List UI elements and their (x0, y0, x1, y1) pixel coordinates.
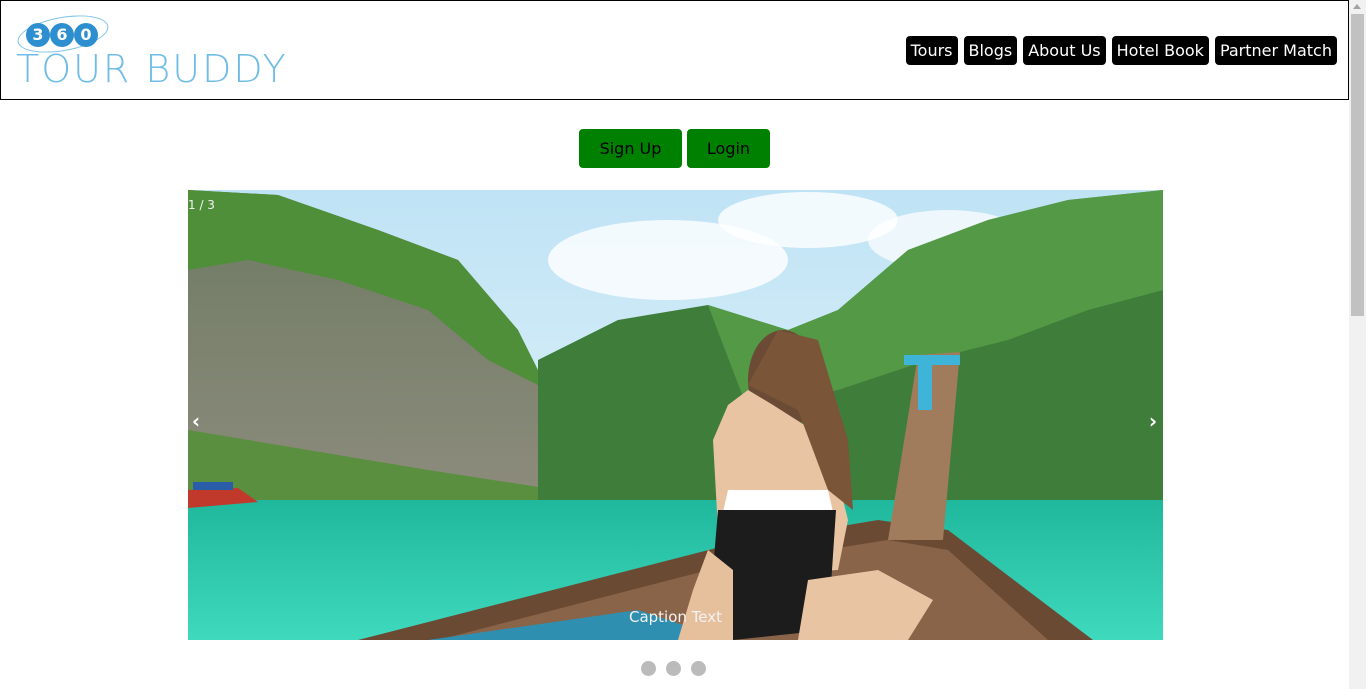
slide-dot-3[interactable] (691, 661, 706, 676)
page: 3 6 0 TOUR BUDDY Tours Blogs About Us Ho… (0, 0, 1366, 689)
scroll-thumb[interactable] (1351, 14, 1364, 316)
slide-counter: 1 / 3 (188, 198, 215, 212)
next-slide-icon[interactable]: › (1145, 406, 1161, 436)
slide-caption: Caption Text (628, 608, 723, 626)
nav-blogs-button[interactable]: Blogs (963, 36, 1018, 65)
slide-dots (641, 661, 706, 676)
logo-digit: 0 (74, 23, 98, 47)
logo[interactable]: 3 6 0 TOUR BUDDY (14, 9, 290, 91)
vertical-scrollbar[interactable] (1349, 0, 1366, 689)
logo-digit: 6 (50, 23, 74, 47)
sign-up-button[interactable]: Sign Up (579, 129, 682, 168)
logo-digit: 3 (26, 23, 50, 47)
login-button[interactable]: Login (687, 129, 770, 168)
slide-image (188, 190, 1163, 640)
logo-text: TOUR BUDDY (16, 47, 288, 91)
slide-dot-1[interactable] (641, 661, 656, 676)
nav-about-us-button[interactable]: About Us (1023, 36, 1106, 65)
main-nav: Tours Blogs About Us Hotel Book Partner … (905, 36, 1337, 65)
prev-slide-icon[interactable]: ‹ (188, 406, 204, 436)
header: 3 6 0 TOUR BUDDY Tours Blogs About Us Ho… (0, 0, 1349, 100)
scroll-up-icon[interactable] (1353, 4, 1361, 9)
nav-tours-button[interactable]: Tours (905, 36, 958, 65)
nav-hotel-book-button[interactable]: Hotel Book (1111, 36, 1209, 65)
auth-buttons: Sign Up Login (579, 129, 770, 168)
nav-partner-match-button[interactable]: Partner Match (1214, 36, 1337, 65)
slide-dot-2[interactable] (666, 661, 681, 676)
slideshow-slide: 1 / 3 Caption Text ‹ › (188, 190, 1163, 640)
